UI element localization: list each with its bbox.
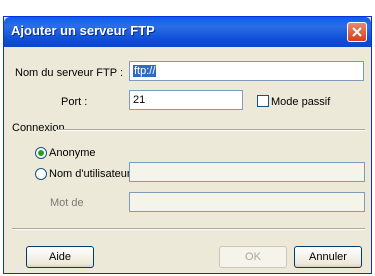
ok-button[interactable]: OK — [219, 246, 287, 268]
username-radio[interactable] — [35, 168, 47, 180]
server-name-input[interactable]: ftp:// — [129, 61, 364, 81]
passive-mode-checkbox[interactable] — [257, 95, 269, 107]
port-value: 21 — [133, 94, 146, 106]
radio-selected-dot — [38, 150, 44, 156]
anonymous-radio[interactable] — [35, 147, 47, 159]
username-label: Nom d'utilisateur — [49, 168, 131, 180]
passive-mode-label: Mode passif — [271, 96, 331, 108]
cancel-button[interactable]: Annuler — [294, 246, 362, 268]
footer-divider — [12, 228, 365, 230]
password-input[interactable] — [129, 192, 365, 212]
anonymous-label: Anonyme — [49, 147, 96, 159]
connection-group-label: Connexion — [12, 122, 65, 134]
port-label: Port : — [61, 96, 88, 108]
server-name-value: ftp:// — [133, 65, 157, 77]
help-button[interactable]: Aide — [26, 246, 94, 268]
close-button[interactable] — [347, 22, 367, 42]
server-name-label: Nom du serveur FTP : — [15, 67, 123, 79]
password-label: Mot de — [50, 197, 84, 209]
close-icon — [352, 27, 362, 37]
connection-group-divider — [56, 129, 365, 131]
title-bar[interactable]: Ajouter un serveur FTP — [4, 17, 371, 47]
add-ftp-server-dialog: Ajouter un serveur FTP Nom du serveur FT… — [3, 16, 372, 274]
dialog-title: Ajouter un serveur FTP — [11, 23, 155, 38]
username-input[interactable] — [129, 162, 365, 182]
port-input[interactable]: 21 — [129, 90, 243, 110]
